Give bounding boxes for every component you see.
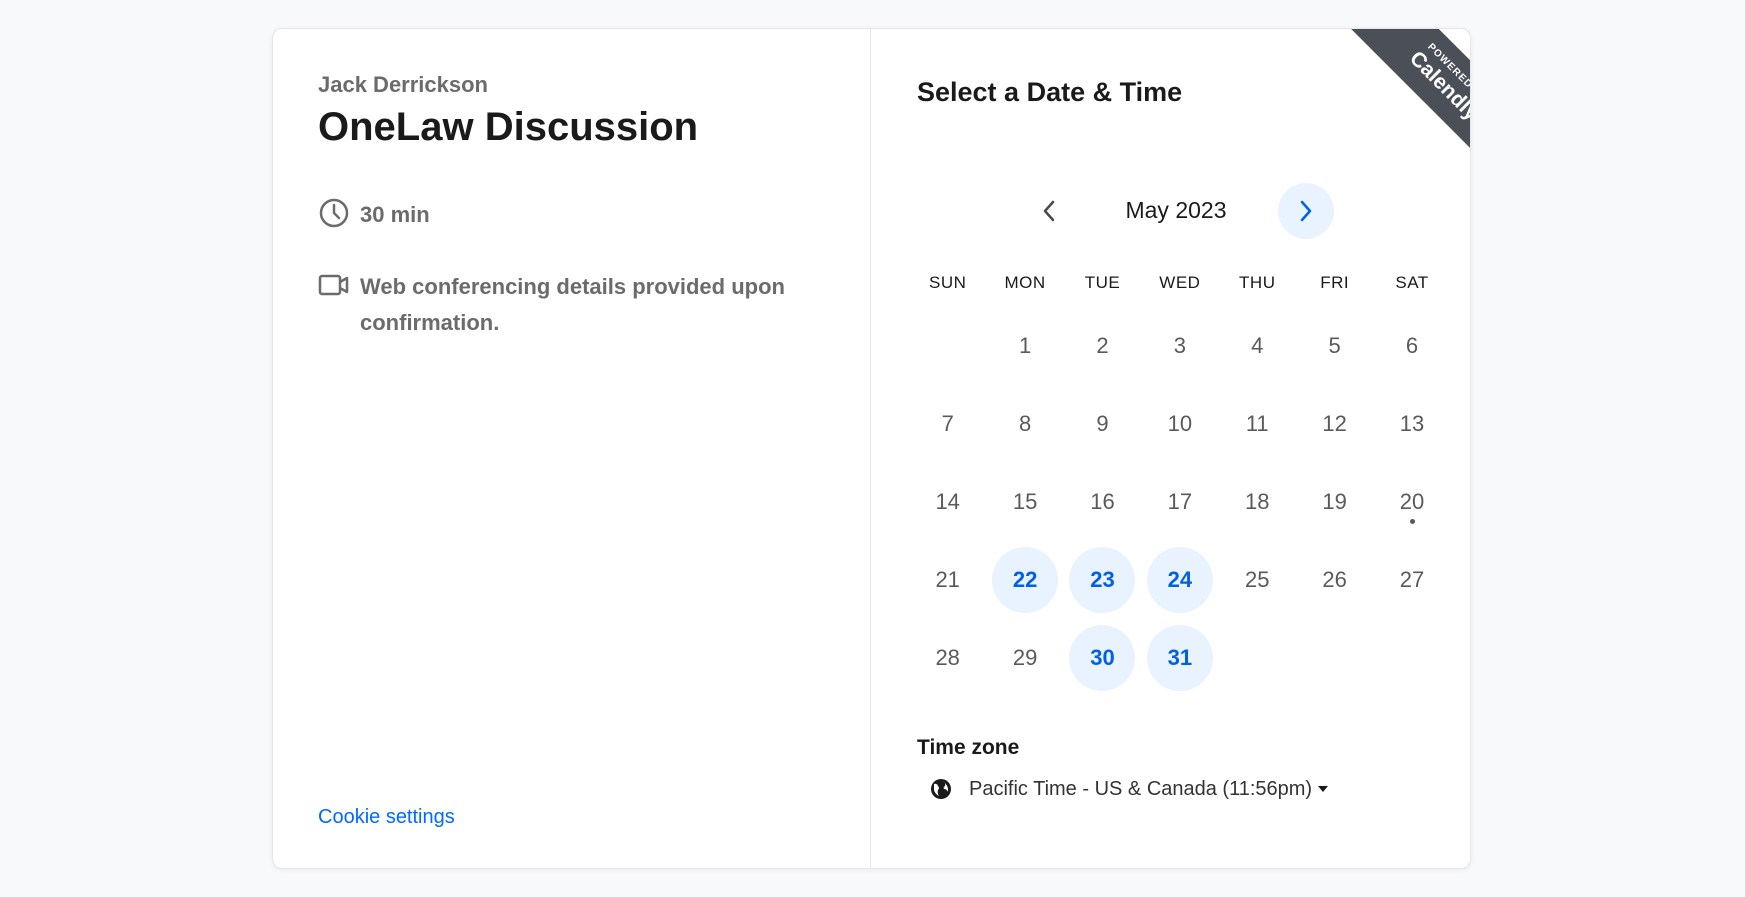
clock-icon [319,198,349,228]
day-number: 14 [935,489,960,514]
chevron-left-icon [1043,200,1055,222]
day-15: 15 [986,463,1063,541]
day-16: 16 [1064,463,1141,541]
day-23[interactable]: 23 [1064,541,1141,619]
weekday-thu: THU [1239,273,1276,292]
powered-by-calendly-badge[interactable]: POWERED BY Calendly [1306,29,1470,191]
day-number: 17 [1167,489,1193,514]
day-8: 8 [986,385,1063,463]
day-14: 14 [909,463,986,541]
day-30[interactable]: 30 [1064,619,1141,697]
day-number[interactable]: 23 [1069,547,1136,613]
organizer-name: Jack Derrickson [318,72,488,97]
day-2: 2 [1064,307,1141,385]
day-20: 20 [1373,463,1450,541]
day-number: 11 [1245,411,1269,436]
chevron-right-icon [1300,200,1312,222]
day-9: 9 [1064,385,1141,463]
globe-icon [931,779,951,799]
caret-down-icon [1318,786,1329,792]
day-25: 25 [1219,541,1296,619]
day-number: 8 [1018,411,1032,436]
day-number: 28 [935,645,960,670]
weekday-header: SUN MON TUE WED THU FRI SAT [909,273,1449,293]
event-details-panel: Jack Derrickson OneLaw Discussion 30 min… [273,29,871,868]
conferencing-text: Web conferencing details provided upon c… [360,274,785,335]
day-18: 18 [1219,463,1296,541]
day-21: 21 [909,541,986,619]
day-number: 20 [1399,489,1425,514]
day-number[interactable]: 30 [1069,625,1136,691]
calendar-grid: 1 2 3 4 5 6 7 8 9 10 11 12 13 14 15 16 17 18 19 20 21 22 23 24 2… [909,307,1449,697]
current-month-label: May 2023 [1125,197,1227,223]
timezone-value: Pacific Time - US & Canada (11:56pm) [969,777,1313,800]
day-number: 16 [1090,489,1115,514]
day-number [915,313,981,379]
cookie-settings-link[interactable]: Cookie settings [318,806,455,829]
today-indicator-dot [1409,519,1415,524]
conferencing-info: Web conferencing details provided upon c… [318,269,838,341]
select-date-heading: Select a Date & Time [917,77,1183,107]
day-22[interactable]: 22 [986,541,1063,619]
previous-month-button[interactable] [1021,183,1077,239]
booking-card: Jack Derrickson OneLaw Discussion 30 min… [272,28,1471,869]
day-number[interactable]: 31 [1146,625,1213,691]
day-number: 12 [1322,411,1347,436]
day-1: 1 [986,307,1063,385]
event-duration: 30 min [318,197,430,233]
date-picker-panel: POWERED BY Calendly Select a Date & Time… [871,29,1470,868]
day-number: 4 [1251,333,1264,358]
day-number: 3 [1173,333,1186,358]
day-11: 11 [1219,385,1296,463]
day-number: 21 [935,567,960,592]
weekday-sat: SAT [1395,273,1429,292]
day-17: 17 [1141,463,1218,541]
day-number: 7 [941,411,954,436]
video-camera-icon [318,274,349,296]
timezone-label: Time zone [917,736,1020,759]
day-number: 15 [1012,489,1038,514]
day-empty [909,307,986,385]
duration-text: 30 min [360,202,430,227]
day-12: 12 [1296,385,1373,463]
day-number: 2 [1096,333,1109,358]
day-10: 10 [1141,385,1218,463]
weekday-mon: MON [1004,273,1046,292]
day-number: 5 [1328,333,1341,358]
day-27: 27 [1373,541,1450,619]
weekday-wed: WED [1159,273,1201,292]
day-28: 28 [909,619,986,697]
weekday-tue: TUE [1084,273,1121,292]
day-6: 6 [1373,307,1450,385]
day-number: 1 [1018,333,1032,358]
next-month-button[interactable] [1278,183,1334,239]
timezone-select[interactable]: Pacific Time - US & Canada (11:56pm) [929,777,1329,801]
day-31[interactable]: 31 [1141,619,1218,697]
weekday-sun: SUN [928,273,967,292]
day-number: 25 [1245,567,1270,592]
day-number: 9 [1096,411,1109,436]
day-number: 29 [1012,645,1038,670]
weekday-fri: FRI [1320,273,1350,292]
day-number: 26 [1322,567,1347,592]
day-number: 10 [1167,411,1193,436]
day-3: 3 [1141,307,1218,385]
day-number: 19 [1322,489,1347,514]
day-number: 27 [1399,567,1425,592]
day-19: 19 [1296,463,1373,541]
day-7: 7 [909,385,986,463]
day-5: 5 [1296,307,1373,385]
day-number: 6 [1405,333,1419,358]
day-number: 13 [1399,411,1425,436]
day-number: 18 [1245,489,1270,514]
event-title: OneLaw Discussion [318,105,699,149]
month-navigation: May 2023 [871,181,1470,241]
day-number[interactable]: 22 [992,547,1059,613]
day-13: 13 [1373,385,1450,463]
day-4: 4 [1219,307,1296,385]
day-24[interactable]: 24 [1141,541,1218,619]
day-number[interactable]: 24 [1146,547,1213,613]
day-26: 26 [1296,541,1373,619]
day-29: 29 [986,619,1063,697]
